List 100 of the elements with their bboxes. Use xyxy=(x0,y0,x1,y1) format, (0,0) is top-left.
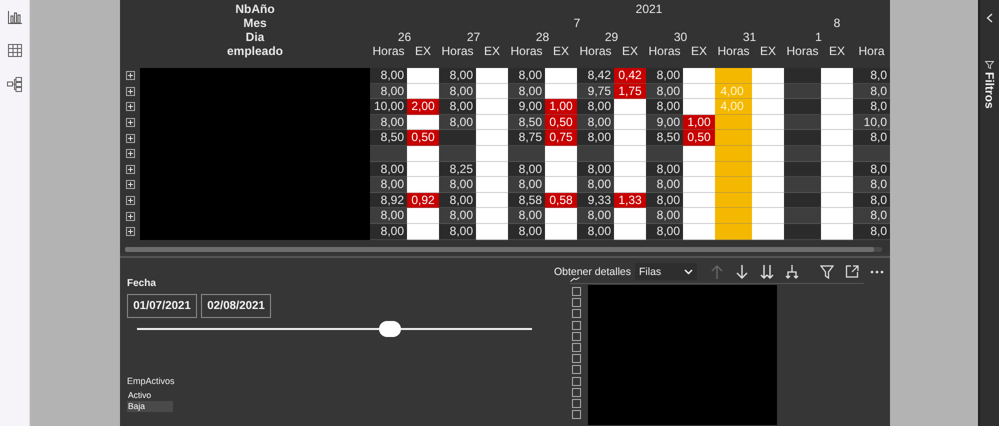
day-header: 1 xyxy=(814,30,823,44)
double-down-arrow-icon[interactable] xyxy=(760,264,775,280)
row-checkbox[interactable] xyxy=(572,309,581,318)
row-checkbox[interactable] xyxy=(572,410,581,420)
expand-icon[interactable] xyxy=(126,212,134,221)
hours-cell: 8,00 xyxy=(370,224,407,240)
hierarchy-down-icon[interactable] xyxy=(785,264,800,280)
overtime-cell: 1,33 xyxy=(614,192,646,208)
overtime-cell xyxy=(476,84,508,100)
expand-icon[interactable] xyxy=(126,164,134,174)
down-arrow-icon[interactable] xyxy=(735,264,750,280)
overtime-cell xyxy=(821,162,853,178)
row-checkbox[interactable] xyxy=(572,398,581,408)
row-checkbox[interactable] xyxy=(572,376,581,386)
overtime-cell xyxy=(545,224,577,240)
overtime-cell xyxy=(683,208,715,224)
chevron-left-icon[interactable] xyxy=(986,13,993,23)
horizontal-scrollbar[interactable] xyxy=(125,247,882,252)
row-header-label: Dia xyxy=(244,30,266,44)
expand-icon[interactable] xyxy=(126,180,134,190)
model-view-icon[interactable] xyxy=(7,77,22,92)
measure-header: Horas xyxy=(440,44,474,58)
expand-icon[interactable] xyxy=(126,149,134,158)
expand-icon[interactable] xyxy=(126,227,134,236)
overtime-cell xyxy=(821,130,853,146)
day-header: 27 xyxy=(466,30,482,44)
day-header: 30 xyxy=(672,30,688,44)
overtime-cell xyxy=(407,68,439,84)
year-header: 2021 xyxy=(634,2,664,16)
overtime-cell xyxy=(407,177,439,193)
row-checkbox[interactable] xyxy=(572,388,581,397)
report-view-icon[interactable] xyxy=(8,11,22,24)
hours-cell: 9,33 xyxy=(577,192,614,208)
slicer-item[interactable]: Activo xyxy=(127,390,173,401)
hours-cell: 8,00 xyxy=(508,68,545,84)
hours-cell: 8,0 xyxy=(853,68,890,84)
overtime-cell: 0,50 xyxy=(545,114,577,130)
overtime-cell xyxy=(752,177,784,193)
overtime-cell xyxy=(407,114,439,130)
row-checkbox[interactable] xyxy=(572,332,581,341)
overtime-cell: 0,75 xyxy=(545,130,577,146)
overtime-cell xyxy=(614,224,646,240)
overtime-cell xyxy=(752,84,784,100)
hours-cell: 8,00 xyxy=(646,84,683,100)
hours-cell: 8,0 xyxy=(853,224,890,240)
expand-icon[interactable] xyxy=(126,134,134,143)
filters-pane-title[interactable]: Filtros xyxy=(982,72,996,109)
hours-cell: 8,00 xyxy=(646,192,683,208)
table-view-icon[interactable] xyxy=(8,44,22,57)
mode-dropdown[interactable]: Filas xyxy=(635,263,697,280)
hours-cell: 8,00 xyxy=(646,224,683,240)
row-checkbox[interactable] xyxy=(572,342,581,352)
hours-cell: 8,00 xyxy=(370,84,407,100)
slicer-item[interactable]: Baja xyxy=(127,401,173,412)
overtime-cell xyxy=(683,99,715,115)
expand-icon[interactable] xyxy=(126,86,134,96)
expand-icon[interactable] xyxy=(126,71,134,80)
measure-header: Hora xyxy=(857,44,886,58)
hours-cell: 8,00 xyxy=(370,162,407,178)
row-checkbox[interactable] xyxy=(572,298,581,308)
overtime-cell xyxy=(752,162,784,178)
hours-cell: 8,50 xyxy=(646,130,683,146)
hours-cell: 8,00 xyxy=(439,68,476,84)
hours-cell: 8,00 xyxy=(646,68,683,84)
hours-cell: 8,00 xyxy=(577,208,614,224)
hours-cell: 8,00 xyxy=(370,177,407,193)
hours-cell: 8,0 xyxy=(853,162,890,178)
hours-cell: 8,00 xyxy=(577,130,614,146)
row-checkbox[interactable] xyxy=(572,320,581,330)
expand-icon[interactable] xyxy=(126,118,134,128)
overtime-cell: 1,00 xyxy=(683,114,715,130)
hours-cell: 8,00 xyxy=(577,99,614,115)
overtime-cell: 0,50 xyxy=(407,130,439,146)
row-checkbox[interactable] xyxy=(572,287,581,296)
row-checkbox[interactable] xyxy=(572,354,581,364)
end-date-field[interactable]: 02/08/2021 xyxy=(201,294,271,318)
filter-icon[interactable] xyxy=(820,264,835,280)
measure-header: Horas xyxy=(509,44,544,58)
hours-cell: 8,00 xyxy=(646,177,683,193)
overtime-cell xyxy=(545,146,577,162)
start-date-field[interactable]: 01/07/2021 xyxy=(127,294,197,318)
overtime-cell xyxy=(476,192,508,208)
overtime-cell xyxy=(545,84,577,100)
hours-cell: 9,00 xyxy=(508,99,545,115)
overtime-cell xyxy=(752,224,784,240)
hours-cell: 8,25 xyxy=(439,162,476,178)
overtime-cell xyxy=(821,177,853,193)
focus-mode-icon[interactable] xyxy=(845,264,860,280)
slider-thumb[interactable] xyxy=(378,321,401,337)
overtime-cell xyxy=(821,84,853,100)
expand-icon[interactable] xyxy=(126,102,134,112)
overtime-cell xyxy=(476,146,508,162)
overtime-cell xyxy=(821,99,853,115)
expand-icon[interactable] xyxy=(126,196,134,206)
hours-cell: 8,00 xyxy=(370,68,407,84)
measure-header: EX xyxy=(758,44,777,58)
filter-icon xyxy=(985,61,994,69)
overtime-cell xyxy=(614,162,646,178)
measure-header: Horas xyxy=(371,44,406,58)
row-checkbox[interactable] xyxy=(572,365,581,374)
